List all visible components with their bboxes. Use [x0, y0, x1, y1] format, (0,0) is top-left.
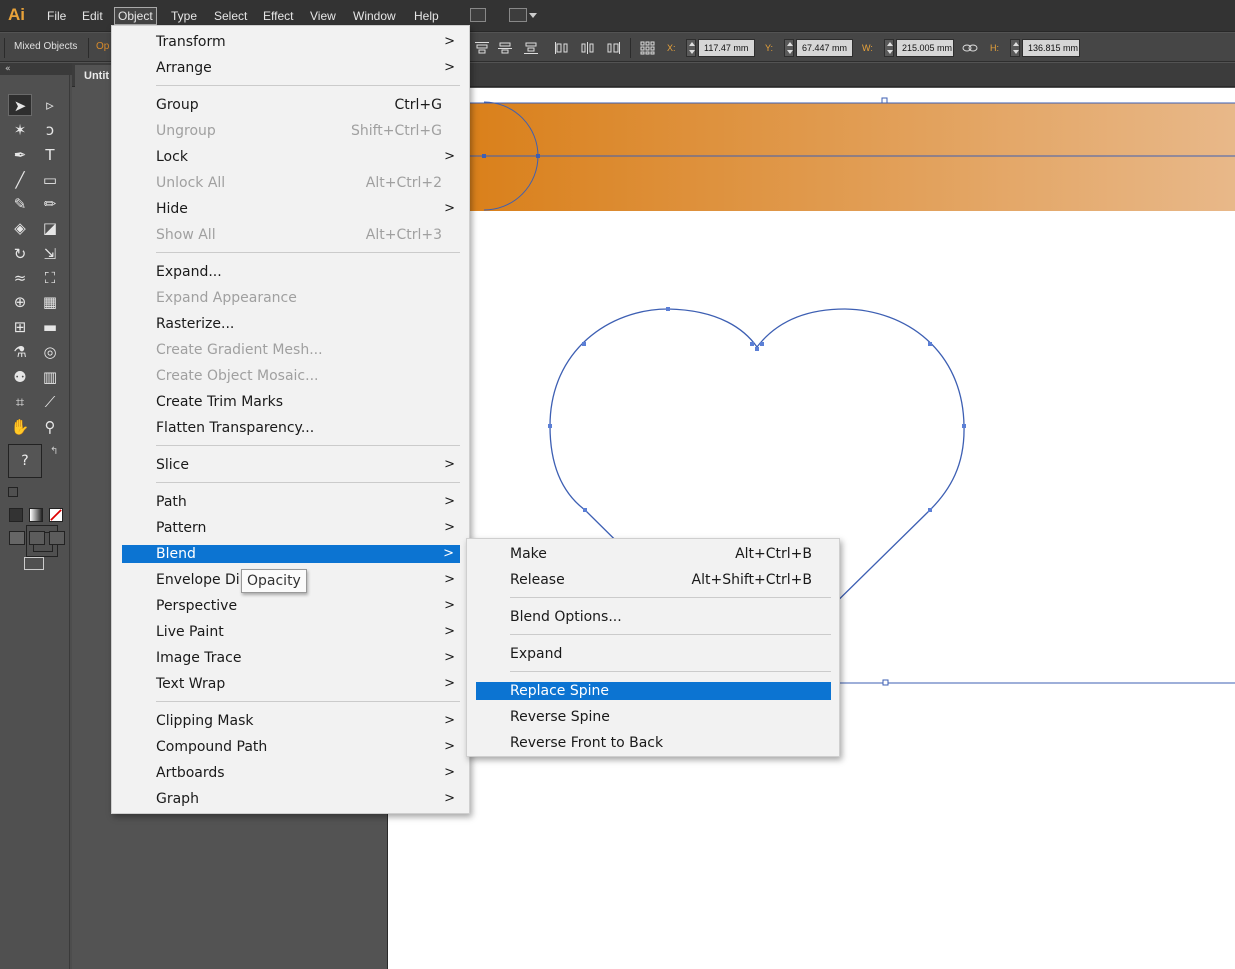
chevron-right-icon: > — [444, 765, 455, 780]
menu-item-hide[interactable]: Hide > — [112, 200, 471, 218]
menu-item-expand-appearance[interactable]: Expand Appearance — [112, 289, 471, 307]
chevron-right-icon: > — [443, 546, 454, 561]
menu-item-transform[interactable]: Transform > — [112, 33, 471, 51]
chevron-right-icon: > — [444, 60, 455, 75]
menu-item-blend[interactable]: Blend > — [122, 545, 460, 563]
submenu-item-release[interactable]: Release Alt+Shift+Ctrl+B — [467, 571, 841, 589]
anchor-point — [536, 154, 540, 158]
menu-item-pattern[interactable]: Pattern > — [112, 519, 471, 537]
chevron-right-icon: > — [444, 494, 455, 509]
menu-item-arrange[interactable]: Arrange > — [112, 59, 471, 77]
submenu-item-reverse-front-to-back[interactable]: Reverse Front to Back — [467, 734, 841, 752]
submenu-item-blend-options[interactable]: Blend Options... — [467, 608, 841, 626]
menu-item-show-all[interactable]: Show All Alt+Ctrl+3 — [112, 226, 471, 244]
chevron-right-icon: > — [444, 201, 455, 216]
menu-item-path[interactable]: Path > — [112, 493, 471, 511]
bounding-handle — [882, 679, 889, 686]
submenu-item-replace-spine[interactable]: Replace Spine — [476, 682, 831, 700]
blend-submenu: Make Alt+Ctrl+B Release Alt+Shift+Ctrl+B B… — [466, 538, 840, 757]
menu-item-live-paint[interactable]: Live Paint > — [112, 623, 471, 641]
anchor-point — [482, 154, 486, 158]
menu-item-rasterize[interactable]: Rasterize... — [112, 315, 471, 333]
chevron-right-icon: > — [444, 791, 455, 806]
chevron-right-icon: > — [444, 34, 455, 49]
chevron-right-icon: > — [444, 520, 455, 535]
chevron-right-icon: > — [444, 624, 455, 639]
submenu-item-reverse-spine[interactable]: Reverse Spine — [467, 708, 841, 726]
menu-item-compound-path[interactable]: Compound Path > — [112, 738, 471, 756]
menu-item-expand[interactable]: Expand... — [112, 263, 471, 281]
menu-item-create-object-mosaic[interactable]: Create Object Mosaic... — [112, 367, 471, 385]
bounding-handle — [881, 97, 888, 104]
menu-item-create-gradient-mesh[interactable]: Create Gradient Mesh... — [112, 341, 471, 359]
menu-item-unlock-all[interactable]: Unlock All Alt+Ctrl+2 — [112, 174, 471, 192]
opacity-tooltip: Opacity — [241, 569, 307, 593]
menu-item-graph[interactable]: Graph > — [112, 790, 471, 808]
menu-item-flatten-transparency[interactable]: Flatten Transparency... — [112, 419, 471, 437]
chevron-right-icon: > — [444, 149, 455, 164]
object-menu: Transform > Arrange > Group Ctrl+G Ungroup S… — [111, 25, 470, 814]
menu-item-group[interactable]: Group Ctrl+G — [112, 96, 471, 114]
menu-item-clipping-mask[interactable]: Clipping Mask > — [112, 712, 471, 730]
menu-item-create-trim-marks[interactable]: Create Trim Marks — [112, 393, 471, 411]
chevron-right-icon: > — [444, 572, 455, 587]
gradient-rectangle — [388, 103, 1235, 211]
menu-item-ungroup[interactable]: Ungroup Shift+Ctrl+G — [112, 122, 471, 140]
menu-item-artboards[interactable]: Artboards > — [112, 764, 471, 782]
menu-item-lock[interactable]: Lock > — [112, 148, 471, 166]
chevron-right-icon: > — [444, 739, 455, 754]
chevron-right-icon: > — [444, 457, 455, 472]
menu-item-slice[interactable]: Slice > — [112, 456, 471, 474]
chevron-right-icon: > — [444, 650, 455, 665]
chevron-right-icon: > — [444, 598, 455, 613]
illustrator-window: Ai File Edit Object Type Select Effect V… — [0, 0, 1235, 969]
menu-item-perspective[interactable]: Perspective > — [112, 597, 471, 615]
submenu-item-make[interactable]: Make Alt+Ctrl+B — [467, 545, 841, 563]
menu-item-text-wrap[interactable]: Text Wrap > — [112, 675, 471, 693]
menu-item-image-trace[interactable]: Image Trace > — [112, 649, 471, 667]
chevron-right-icon: > — [444, 676, 455, 691]
submenu-item-expand[interactable]: Expand — [467, 645, 841, 663]
chevron-right-icon: > — [444, 713, 455, 728]
